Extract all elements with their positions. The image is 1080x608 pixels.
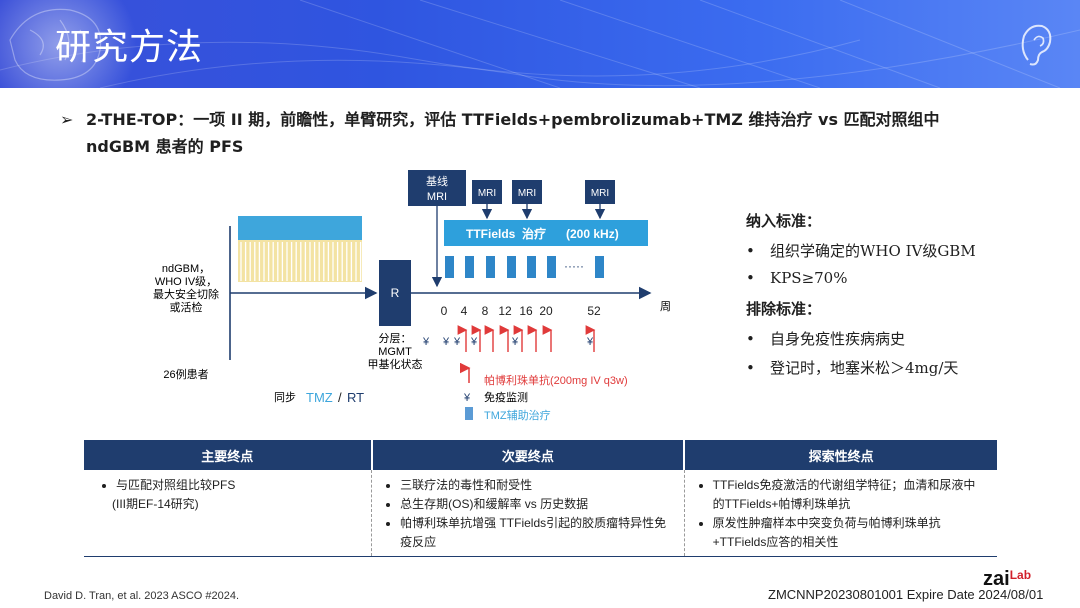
sync-sep: / xyxy=(338,390,342,405)
legend-immune: 免疫监测 xyxy=(484,390,528,404)
legend-tmz-swatch xyxy=(465,407,473,420)
bullet-icon: • xyxy=(746,242,755,260)
expiry-code: ZMCNNP20230801001 Expire Date 2024/08/01 xyxy=(768,587,1044,602)
exclusion-title: 排除标准： xyxy=(746,300,822,318)
baseline-mri-1: 基线 xyxy=(426,174,448,188)
header-secondary: 次要终点 xyxy=(370,440,685,470)
patient-label-1: ndGBM， xyxy=(162,263,210,275)
week-label-52: 52 xyxy=(587,304,601,318)
baseline-mri-2: MRI xyxy=(427,191,447,203)
rt-yellow-block xyxy=(238,240,362,282)
exploratory-item-2: 原发性肿瘤样本中突变负荷与帕博利珠单抗+TTFields应答的相关性 xyxy=(713,514,987,552)
tmz-block xyxy=(547,256,556,278)
mri-label: MRI xyxy=(478,188,496,199)
tmz-block xyxy=(507,256,516,278)
yen-mark: ¥ xyxy=(422,336,430,348)
pembrolizumab-arrows xyxy=(457,325,596,352)
primary-cell: 与匹配对照组比较PFS (III期EF-14研究) xyxy=(84,470,372,557)
randomization-label: R xyxy=(391,286,400,300)
secondary-item-1: 三联疗法的毒性和耐受性 xyxy=(400,476,674,495)
yen-mark: ¥ xyxy=(586,336,594,348)
week-label-4: 4 xyxy=(461,304,468,318)
week-label-0: 0 xyxy=(441,304,448,318)
sync-rt: RT xyxy=(347,390,364,405)
legend-yen: ¥ xyxy=(463,392,471,404)
patient-label-3: 最大安全切除 xyxy=(153,287,219,301)
week-labels: 0 4 8 12 16 20 52 xyxy=(441,304,601,318)
secondary-cell: 三联疗法的毒性和耐受性 总生存期(OS)和缓解率 vs 历史数据 帕博利珠单抗增… xyxy=(371,470,685,557)
secondary-item-2: 总生存期(OS)和缓解率 vs 历史数据 xyxy=(400,495,674,514)
bullet-icon: • xyxy=(746,359,755,377)
patient-count: 26例患者 xyxy=(163,367,208,381)
endpoints-header-row: 主要终点 次要终点 探索性终点 xyxy=(84,440,997,470)
ttfields-bar-label: TTFields 治疗 (200 kHz) xyxy=(466,226,619,241)
exclusion-item-2: • 登记时，地塞米松＞4mg/天 xyxy=(746,359,959,377)
header-exploratory: 探索性终点 xyxy=(683,440,997,470)
tmz-rt-bar xyxy=(238,216,362,240)
inclusion-item-1: • 组织学确定的WHO IV级GBM xyxy=(746,242,976,260)
sync-tmz: TMZ xyxy=(306,390,333,405)
strat-1: 分层： xyxy=(379,332,412,345)
tmz-block xyxy=(595,256,604,278)
yen-mark: ¥ xyxy=(453,336,461,348)
yen-mark: ¥ xyxy=(511,336,519,348)
endpoints-table: 主要终点 次要终点 探索性终点 与匹配对照组比较PFS (III期EF-14研究… xyxy=(84,440,997,557)
tmz-block xyxy=(445,256,454,278)
legend-pembro: 帕博利珠单抗(200mg IV q3w) xyxy=(484,373,628,387)
exploratory-cell: TTFields免疫激活的代谢组学特征；血清和尿液中的TTFields+帕博利珠… xyxy=(683,470,997,557)
week-unit: 周 xyxy=(660,300,671,313)
week-label-8: 8 xyxy=(482,304,489,318)
citation: David D. Tran, et al. 2023 ASCO #2024. xyxy=(44,590,240,602)
week-label-12: 12 xyxy=(498,304,512,318)
inclusion-item-2: • KPS≥70% xyxy=(746,269,848,287)
tmz-block xyxy=(486,256,495,278)
rt-stripes xyxy=(240,242,362,281)
week-label-16: 16 xyxy=(519,304,533,318)
yen-mark: ¥ xyxy=(470,336,478,348)
tmz-block xyxy=(527,256,536,278)
week-label-20: 20 xyxy=(539,304,553,318)
primary-sub: (III期EF-14研究) xyxy=(112,497,199,511)
mri-label: MRI xyxy=(591,188,609,199)
mri-label: MRI xyxy=(518,188,536,199)
patient-label-2: WHO IV级， xyxy=(155,275,217,288)
primary-item: 与匹配对照组比较PFS xyxy=(116,476,361,495)
sync-label: 同步 xyxy=(274,391,296,404)
endpoints-body-row: 与匹配对照组比较PFS (III期EF-14研究) 三联疗法的毒性和耐受性 总生… xyxy=(84,470,997,557)
inclusion-title: 纳入标准： xyxy=(746,212,822,230)
patient-label-4: 或活检 xyxy=(170,300,203,314)
bullet-icon: • xyxy=(746,330,755,348)
mri-group: MRI MRI MRI xyxy=(472,180,615,220)
strat-2: MGMT xyxy=(378,346,412,358)
ellipsis-dots: ····· xyxy=(564,259,584,273)
header-primary: 主要终点 xyxy=(84,440,372,470)
strat-3: 甲基化状态 xyxy=(368,357,423,371)
yen-mark: ¥ xyxy=(442,336,450,348)
legend-tmz: TMZ辅助治疗 xyxy=(484,408,551,422)
bullet-icon: • xyxy=(746,269,755,287)
tmz-block xyxy=(465,256,474,278)
exclusion-item-1: • 自身免疫性疾病病史 xyxy=(746,330,906,348)
secondary-item-3: 帕博利珠单抗增强 TTFields引起的胶质瘤特异性免疫反应 xyxy=(400,514,674,552)
exploratory-item-1: TTFields免疫激活的代谢组学特征；血清和尿液中的TTFields+帕博利珠… xyxy=(713,476,987,514)
